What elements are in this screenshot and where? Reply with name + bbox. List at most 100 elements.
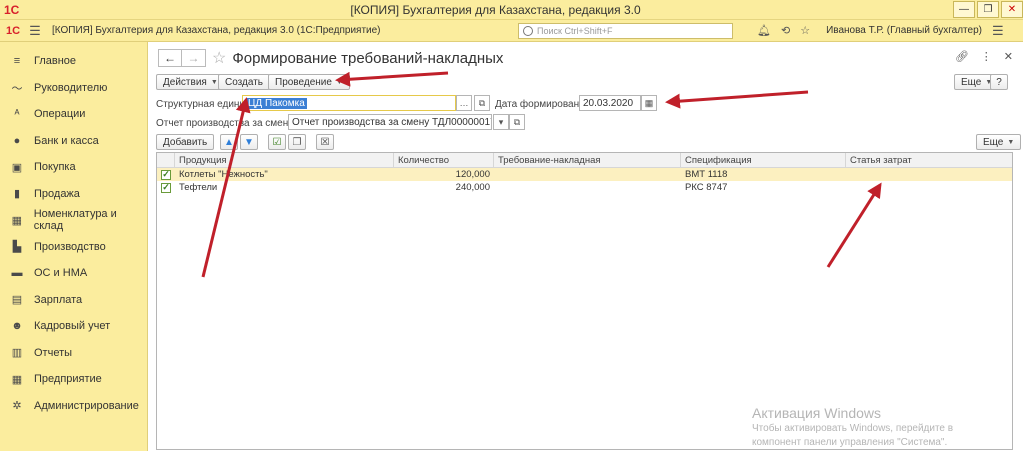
- structural-unit-value: ЦД Пакомка: [246, 97, 307, 109]
- sidebar-item-label: Руководителю: [34, 81, 108, 94]
- windows-activation-watermark: Активация Windows Чтобы активировать Win…: [752, 405, 953, 449]
- sidebar-item-manager[interactable]: 〜 Руководителю: [0, 75, 147, 102]
- table-header-check: [157, 153, 175, 167]
- report-label: Отчет производства за смену:: [156, 118, 297, 129]
- uncheck-all-button[interactable]: ☒: [316, 134, 334, 150]
- sidebar-item-label: Продажа: [34, 187, 80, 200]
- more-table-button[interactable]: Еще ▼: [976, 134, 1022, 150]
- search-placeholder: Поиск Ctrl+Shift+F: [537, 25, 613, 36]
- open-icon[interactable]: ⧉: [509, 114, 525, 130]
- bag-icon: ▮: [13, 188, 21, 201]
- move-down-button[interactable]: ▼: [240, 134, 258, 150]
- sidebar-item-admin[interactable]: ✲ Администрирование: [0, 393, 147, 420]
- sidebar-item-hr[interactable]: ☻ Кадровый учет: [0, 313, 147, 340]
- table-header: Продукция Количество Требование-накладна…: [157, 153, 1012, 168]
- sidebar-item-label: Номенклатура и склад: [33, 208, 117, 233]
- requisition-cell: [494, 168, 681, 181]
- add-button[interactable]: Добавить: [156, 134, 215, 150]
- arrow-right-icon: →: [187, 51, 200, 65]
- sidebar-item-main[interactable]: ≡ Главное: [0, 48, 147, 75]
- app-logo-small: 1С: [6, 24, 21, 37]
- window-title: [КОПИЯ] Бухгалтерия для Казахстана, реда…: [350, 2, 641, 17]
- open-icon[interactable]: ⧉: [474, 95, 490, 111]
- sidebar-item-label: Банк и касса: [34, 134, 99, 147]
- more-vertical-icon[interactable]: ⋮: [981, 50, 992, 63]
- table-row[interactable]: ✓ Котлеты "Нежность" 120,000 ВМТ 1118: [157, 168, 1012, 181]
- check-all-icon: ☑: [272, 136, 282, 148]
- main-menu-icon[interactable]: ☰: [22, 23, 48, 39]
- bar-chart-icon: ▥: [11, 347, 23, 360]
- date-field[interactable]: 20.03.2020: [579, 95, 641, 111]
- table-row[interactable]: ✓ Тефтели 240,000 РКС 8747: [157, 181, 1012, 194]
- column-header[interactable]: Количество: [394, 153, 494, 167]
- watermark-line: компонент панели управления "Система".: [752, 437, 948, 448]
- bell-icon[interactable]: 🔔︎: [757, 24, 771, 37]
- sidebar-item-label: Отчеты: [34, 346, 73, 359]
- calendar-icon[interactable]: ▦: [641, 95, 657, 111]
- sidebar-item-label: Операции: [34, 108, 86, 121]
- chevron-down-icon: ▼: [1007, 138, 1015, 146]
- column-header[interactable]: Требование-накладная: [494, 153, 681, 167]
- check-all-button[interactable]: ☑: [268, 134, 286, 150]
- copy-button[interactable]: ❐: [288, 134, 306, 150]
- search-icon: [523, 25, 533, 36]
- close-icon: ✕: [1007, 4, 1017, 15]
- chevron-down-icon[interactable]: ▾: [493, 114, 509, 130]
- warehouse-icon: ▦: [11, 214, 23, 227]
- link-icon[interactable]: 🔗︎: [955, 50, 969, 63]
- sidebar-item-fixed-assets[interactable]: ▬ ОС и НМА: [0, 260, 147, 287]
- sidebar-item-enterprise[interactable]: ▦ Предприятие: [0, 366, 147, 393]
- help-button[interactable]: ?: [990, 74, 1008, 90]
- wallet-icon: ▤: [11, 294, 23, 307]
- forward-button[interactable]: →: [182, 49, 206, 67]
- search-input[interactable]: Поиск Ctrl+Shift+F: [518, 22, 733, 39]
- move-up-button[interactable]: ▲: [220, 134, 238, 150]
- create-label: Создать: [225, 76, 264, 88]
- report-field[interactable]: Отчет производства за смену ТДЛ00000017 …: [288, 114, 492, 130]
- sidebar-item-bank[interactable]: ● Банк и касса: [0, 128, 147, 155]
- quantity-cell: 240,000: [455, 182, 490, 193]
- favorite-star-icon[interactable]: ☆: [212, 48, 226, 68]
- sidebar-item-operations[interactable]: ᴬ Операции: [0, 101, 147, 128]
- coin-icon: ●: [13, 134, 21, 147]
- sidebar-item-sales[interactable]: ▮ Продажа: [0, 181, 147, 208]
- minimize-button[interactable]: —: [953, 1, 975, 18]
- chart-icon: 〜: [11, 82, 23, 95]
- current-user[interactable]: Иванова Т.Р. (Главный бухгалтер): [826, 25, 982, 36]
- close-icon[interactable]: ✕: [1004, 50, 1013, 63]
- sidebar-item-nomenclature[interactable]: ▦ Номенклатура и склад: [0, 207, 147, 234]
- sidebar-item-label: Зарплата: [34, 293, 83, 306]
- posting-button[interactable]: Проведение ▼: [268, 74, 350, 90]
- create-button[interactable]: Создать: [218, 74, 271, 90]
- row-checkbox[interactable]: ✓: [161, 169, 171, 180]
- sidebar-item-label: Кадровый учет: [34, 320, 111, 333]
- back-button[interactable]: ←: [158, 49, 182, 67]
- sidebar-item-salary[interactable]: ▤ Зарплата: [0, 287, 147, 314]
- arrow-up-icon: ▲: [224, 136, 234, 148]
- settings-menu-icon[interactable]: ☰: [992, 23, 1004, 39]
- product-cell: Котлеты "Нежность": [179, 169, 268, 180]
- actions-button[interactable]: Действия ▼: [156, 74, 225, 90]
- column-header[interactable]: Статья затрат: [846, 153, 1012, 167]
- sidebar-item-reports[interactable]: ▥ Отчеты: [0, 340, 147, 367]
- people-icon: ☻: [11, 320, 23, 333]
- select-dots-button[interactable]: …: [456, 95, 472, 111]
- structural-unit-field[interactable]: ЦД Пакомка: [242, 95, 456, 111]
- app-bar: 1С ☰ [КОПИЯ] Бухгалтерия для Казахстана,…: [0, 20, 1023, 42]
- row-checkbox[interactable]: ✓: [161, 182, 171, 193]
- arrow-down-icon: ▼: [244, 136, 254, 148]
- date-value: 20.03.2020: [583, 97, 634, 109]
- sidebar-item-label: Производство: [34, 240, 106, 253]
- history-icon[interactable]: ⟲: [781, 24, 790, 37]
- app-title: [КОПИЯ] Бухгалтерия для Казахстана, реда…: [52, 25, 381, 36]
- more-label: Еще: [983, 136, 1004, 148]
- column-header[interactable]: Спецификация: [681, 153, 846, 167]
- column-header[interactable]: Продукция: [175, 153, 394, 167]
- sidebar-item-purchase[interactable]: ▣ Покупка: [0, 154, 147, 181]
- favorites-icon[interactable]: ☆: [800, 24, 810, 37]
- restore-button[interactable]: ❐: [977, 1, 999, 18]
- sidebar-item-production[interactable]: ▙ Производство: [0, 234, 147, 261]
- form-content: ← → ☆ Формирование требований-накладных …: [148, 42, 1023, 451]
- close-window-button[interactable]: ✕: [1001, 1, 1023, 18]
- factory-icon: ▙: [12, 241, 22, 254]
